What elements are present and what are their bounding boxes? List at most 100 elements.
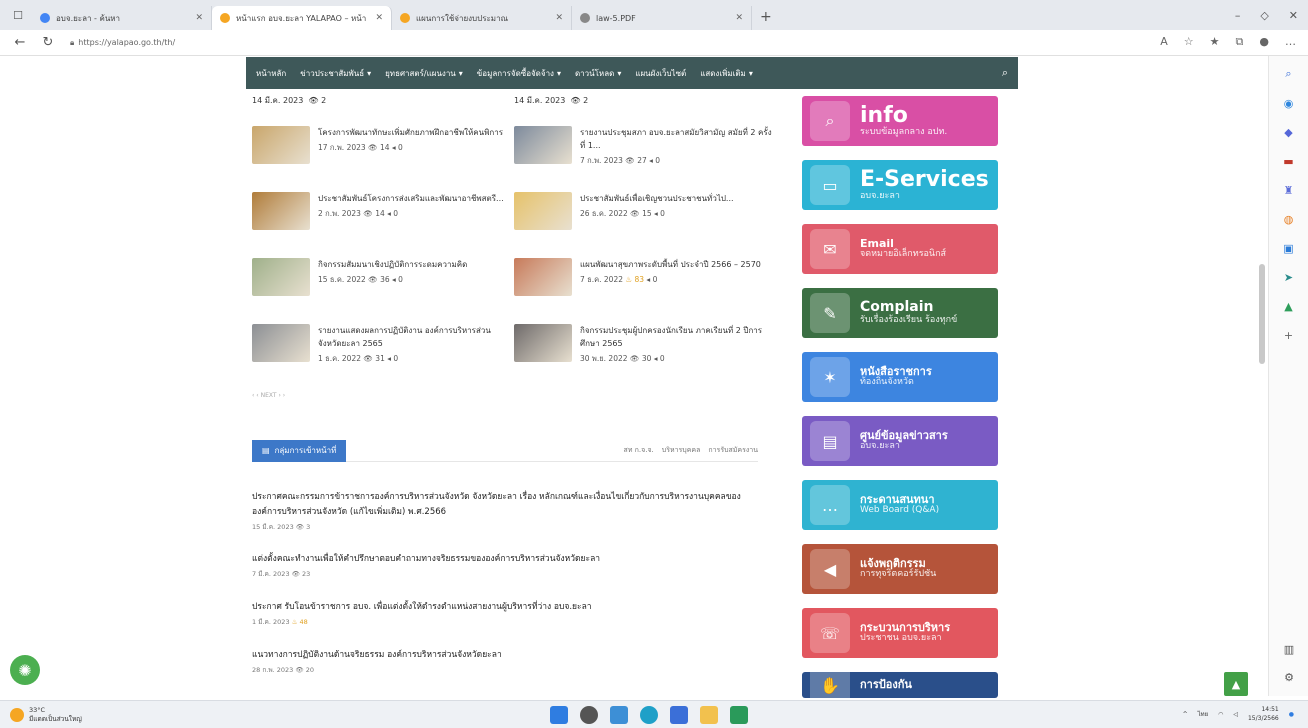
- personnel-item[interactable]: แต่งตั้งคณะทำงานเพื่อให้คำปรึกษาตอบคำถาม…: [252, 552, 752, 579]
- service-banner[interactable]: ▭ E-Services อบจ.ยะลา: [802, 160, 998, 210]
- news-item[interactable]: กิจกรรมประชุมผู้ปกครองนักเรียน ภาคเรียนท…: [514, 324, 776, 380]
- outlook-icon[interactable]: ▣: [1279, 238, 1299, 258]
- store-icon[interactable]: [730, 706, 748, 724]
- edge-icon[interactable]: [640, 706, 658, 724]
- news-thumbnail[interactable]: [514, 192, 572, 230]
- tab-close-icon[interactable]: ✕: [375, 13, 383, 23]
- service-banner[interactable]: ◀ แจ้งพฤติกรรม การทุจริตคอร์รัปชัน: [802, 544, 998, 594]
- personnel-item-title[interactable]: ประกาศ รับโอนข้าราชการ อบจ. เพื่อแต่งตั้…: [252, 600, 752, 615]
- minimize-icon[interactable]: –: [1235, 9, 1241, 22]
- service-banner[interactable]: ✋ การป้องกัน: [802, 672, 998, 698]
- news-item[interactable]: ประชาสัมพันธ์โครงการส่งเสริมและพัฒนาอาชี…: [252, 192, 514, 248]
- nav-item[interactable]: หน้าหลัก: [256, 67, 286, 80]
- news-title[interactable]: กิจกรรมสัมมนาเชิงปฏิบัติการระดมความคิด: [318, 258, 514, 271]
- personnel-item-title[interactable]: แต่งตั้งคณะทำงานเพื่อให้คำปรึกษาตอบคำถาม…: [252, 552, 752, 567]
- news-item[interactable]: รายงานแสดงผลการปฏิบัติงาน องค์การบริหารส…: [252, 324, 514, 380]
- service-banner[interactable]: ☏ กระบวนการบริหาร ประชาชน อบจ.ยะลา: [802, 608, 998, 658]
- news-thumbnail[interactable]: [514, 324, 572, 362]
- add-icon[interactable]: +: [1279, 325, 1299, 345]
- close-window-icon[interactable]: ✕: [1289, 9, 1298, 22]
- news-item[interactable]: กิจกรรมสัมมนาเชิงปฏิบัติการระดมความคิด 15…: [252, 258, 514, 314]
- tree-icon[interactable]: ▲: [1279, 296, 1299, 316]
- news-title[interactable]: รายงานแสดงผลการปฏิบัติงาน องค์การบริหารส…: [318, 324, 514, 350]
- personnel-link[interactable]: สท ก.จ.จ.: [624, 445, 654, 456]
- news-item[interactable]: โครงการพัฒนาทักษะเพิ่มศักยภาพฝึกอาชีพให้…: [252, 126, 514, 182]
- accessibility-widget-icon[interactable]: ✺: [10, 655, 40, 685]
- more-icon[interactable]: …: [1285, 35, 1296, 49]
- tab-close-icon[interactable]: ✕: [555, 13, 563, 23]
- browser-tab[interactable]: อบจ.ยะลา - ค้นหา ✕: [32, 6, 212, 30]
- browser-tab[interactable]: แผนการใช้จ่ายงบประมาณ ✕: [392, 6, 572, 30]
- personnel-link[interactable]: การรับสมัครงาน: [708, 445, 758, 456]
- search-taskbar-icon[interactable]: [580, 706, 598, 724]
- service-banner[interactable]: ✉ Email จดหมายอิเล็กทรอนิกส์: [802, 224, 998, 274]
- browser-tab[interactable]: law-5.PDF ✕: [572, 6, 752, 30]
- personnel-item-title[interactable]: แนวทางการปฏิบัติงานด้านจริยธรรม องค์การบ…: [252, 648, 752, 663]
- tray-lang[interactable]: ไทย: [1198, 709, 1209, 719]
- share-icon[interactable]: ◂ 0: [390, 275, 403, 284]
- browser-tab[interactable]: หน้าแรก อบจ.ยะลา YALAPAO – หน้า ✕: [212, 6, 392, 30]
- favorites-icon[interactable]: ★: [1210, 35, 1220, 49]
- service-banner[interactable]: ✶ หนังสือราชการ ท้องถิ่นจังหวัด: [802, 352, 998, 402]
- back-to-top-button[interactable]: ▲: [1224, 672, 1248, 696]
- news-title[interactable]: แผนพัฒนาสุขภาพระดับพื้นที่ ประจำปี 2566 …: [580, 258, 776, 271]
- notification-icon[interactable]: ●: [1289, 711, 1294, 718]
- read-aloud-icon[interactable]: A: [1160, 35, 1168, 49]
- personnel-item-title[interactable]: ประกาศคณะกรรมการข้าราชการองค์การบริหารส่…: [252, 490, 752, 520]
- folder-taskbar-icon[interactable]: [700, 706, 718, 724]
- news-item[interactable]: ประชาสัมพันธ์เพื่อเชิญชวนประชาชนทั่วไป..…: [514, 192, 776, 248]
- widgets-icon[interactable]: [610, 706, 628, 724]
- tag-icon[interactable]: ◆: [1279, 122, 1299, 142]
- service-banner[interactable]: … กระดานสนทนา Web Board (Q&A): [802, 480, 998, 530]
- collections-icon[interactable]: ⧉: [1236, 35, 1244, 49]
- tab-close-icon[interactable]: ✕: [195, 13, 203, 23]
- news-pager[interactable]: ‹ ‹ NEXT › ›: [252, 392, 285, 399]
- service-banner[interactable]: ▤ ศูนย์ข้อมูลข่าวสาร อบจ.ยะลา: [802, 416, 998, 466]
- news-title[interactable]: ประชาสัมพันธ์เพื่อเชิญชวนประชาชนทั่วไป..…: [580, 192, 776, 205]
- profile-icon[interactable]: ●: [1259, 35, 1269, 49]
- wifi-icon[interactable]: ◠: [1218, 711, 1223, 718]
- nav-item[interactable]: ดาวน์โหลด ▾: [575, 67, 621, 80]
- news-thumbnail[interactable]: [252, 126, 310, 164]
- refresh-icon[interactable]: ↻: [40, 35, 56, 50]
- search-icon[interactable]: ⌕: [1279, 64, 1299, 84]
- news-title[interactable]: ประชาสัมพันธ์โครงการส่งเสริมและพัฒนาอาชี…: [318, 192, 514, 205]
- news-thumbnail[interactable]: [514, 258, 572, 296]
- personnel-item[interactable]: ประกาศ รับโอนข้าราชการ อบจ. เพื่อแต่งตั้…: [252, 600, 752, 627]
- sidebar-layout-icon[interactable]: ▥: [1279, 639, 1299, 659]
- news-thumbnail[interactable]: [514, 126, 572, 164]
- nav-item[interactable]: แผนผังเว็บไซต์: [635, 67, 686, 80]
- start-icon[interactable]: [550, 706, 568, 724]
- news-title[interactable]: กิจกรรมประชุมผู้ปกครองนักเรียน ภาคเรียนท…: [580, 324, 776, 350]
- bing-icon[interactable]: ◉: [1279, 93, 1299, 113]
- tab-actions-icon[interactable]: ☐: [8, 5, 28, 25]
- personnel-tab[interactable]: ▤ กลุ่มการเข้าหน้าที่: [252, 439, 347, 462]
- send-icon[interactable]: ➤: [1279, 267, 1299, 287]
- clock[interactable]: 14:51 15/3/2566: [1248, 705, 1279, 723]
- briefcase-icon[interactable]: ▬: [1279, 151, 1299, 171]
- news-thumbnail[interactable]: [252, 192, 310, 230]
- restore-icon[interactable]: ◇: [1260, 9, 1268, 22]
- office-icon[interactable]: ◍: [1279, 209, 1299, 229]
- weather-widget[interactable]: 33°C มีแดดเป็นส่วนใหญ่: [10, 706, 82, 724]
- nav-item[interactable]: แสดงเพิ่มเติม ▾: [700, 67, 753, 80]
- chess-icon[interactable]: ♜: [1279, 180, 1299, 200]
- share-icon[interactable]: ◂ 0: [644, 275, 657, 284]
- nav-item[interactable]: ข่าวประชาสัมพันธ์ ▾: [300, 67, 371, 80]
- news-thumbnail[interactable]: [252, 324, 310, 362]
- share-icon[interactable]: ◂ 0: [647, 156, 660, 165]
- news-thumbnail[interactable]: [252, 258, 310, 296]
- chevron-up-icon[interactable]: ^: [1183, 711, 1188, 718]
- share-icon[interactable]: ◂ 0: [651, 354, 665, 363]
- share-icon[interactable]: ◂ 0: [385, 354, 398, 363]
- nav-item[interactable]: ยุทธศาสตร์/แผนงาน ▾: [385, 67, 463, 80]
- address-field[interactable]: 🔒︎ https://yalapao.go.th/th/: [70, 38, 175, 48]
- site-search-icon[interactable]: ⌕: [1002, 66, 1008, 80]
- back-icon[interactable]: ←: [12, 35, 28, 50]
- volume-icon[interactable]: ◁: [1233, 711, 1238, 718]
- nav-item[interactable]: ข้อมูลการจัดซื้อจัดจ้าง ▾: [477, 67, 561, 80]
- service-banner[interactable]: ✎ Complain รับเรื่องร้องเรียน ร้องทุกข์: [802, 288, 998, 338]
- personnel-item[interactable]: แนวทางการปฏิบัติงานด้านจริยธรรม องค์การบ…: [252, 648, 752, 675]
- personnel-item[interactable]: ประกาศคณะกรรมการข้าราชการองค์การบริหารส่…: [252, 490, 752, 532]
- share-icon[interactable]: ◂ 0: [385, 209, 398, 218]
